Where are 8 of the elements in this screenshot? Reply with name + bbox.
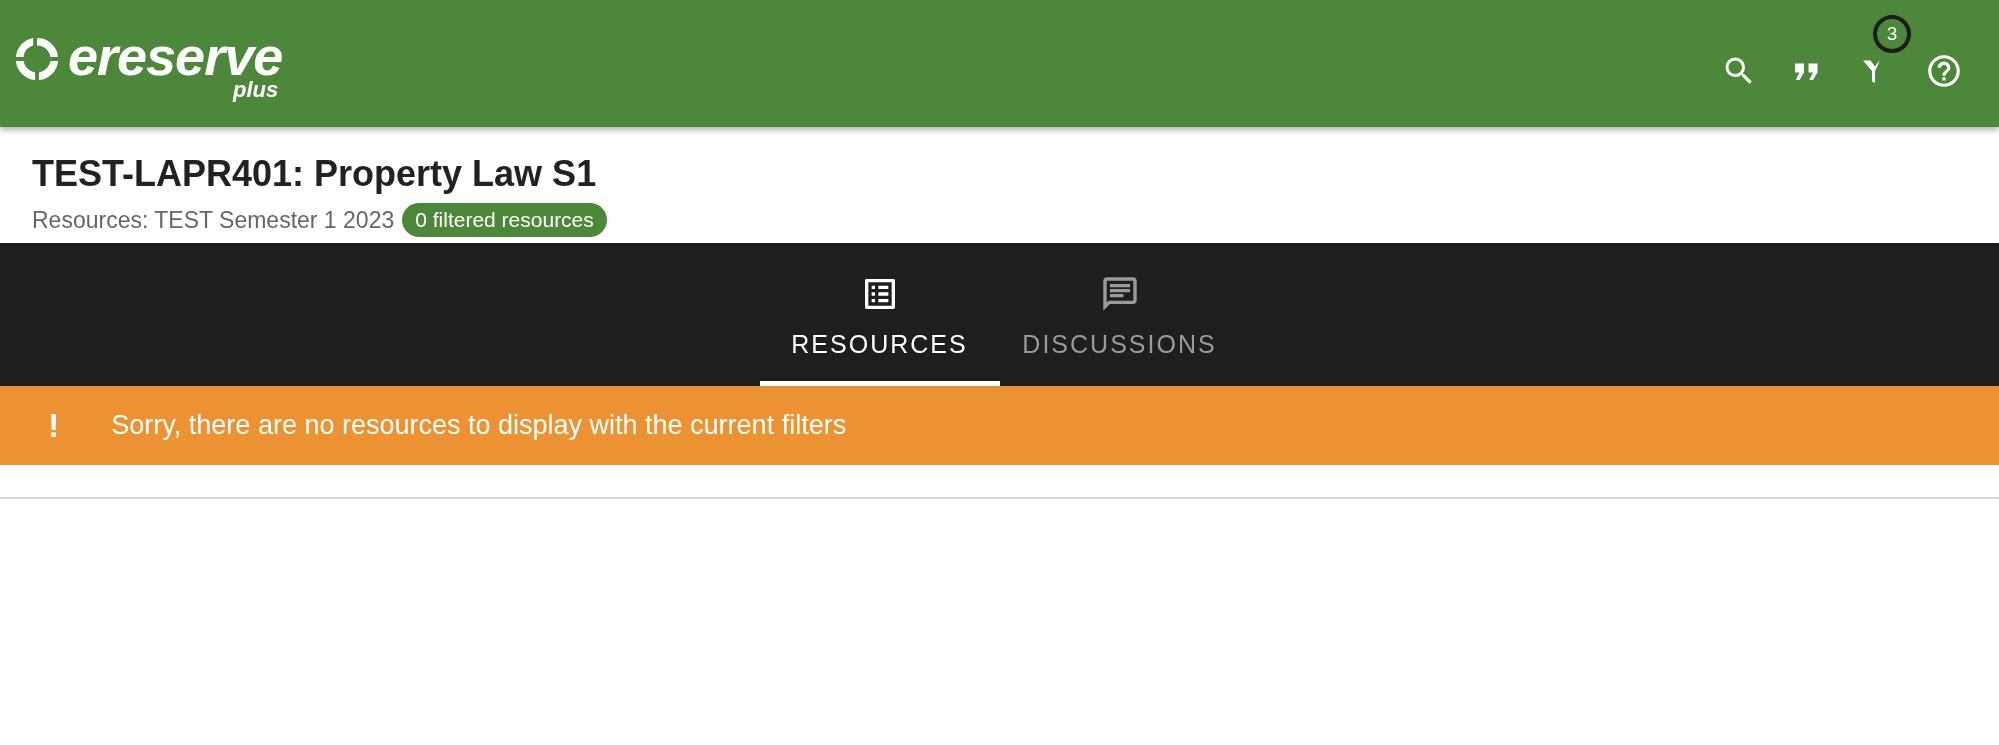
tab[interactable]: DISCUSSIONS [999, 243, 1240, 386]
alert-icon: ! [48, 406, 60, 445]
logo-suffix: plus [233, 79, 279, 100]
filter-count-badge: 3 [1873, 14, 1911, 53]
course-title: TEST-LAPR401: Property Law S1 [32, 152, 598, 196]
filtered-count-chip: 0 filtered resources [402, 203, 607, 237]
course-subtitle: Resources: TEST Semester 1 2023 [32, 206, 395, 234]
alert-message: Sorry, there are no resources to display with the current filters [111, 410, 847, 441]
